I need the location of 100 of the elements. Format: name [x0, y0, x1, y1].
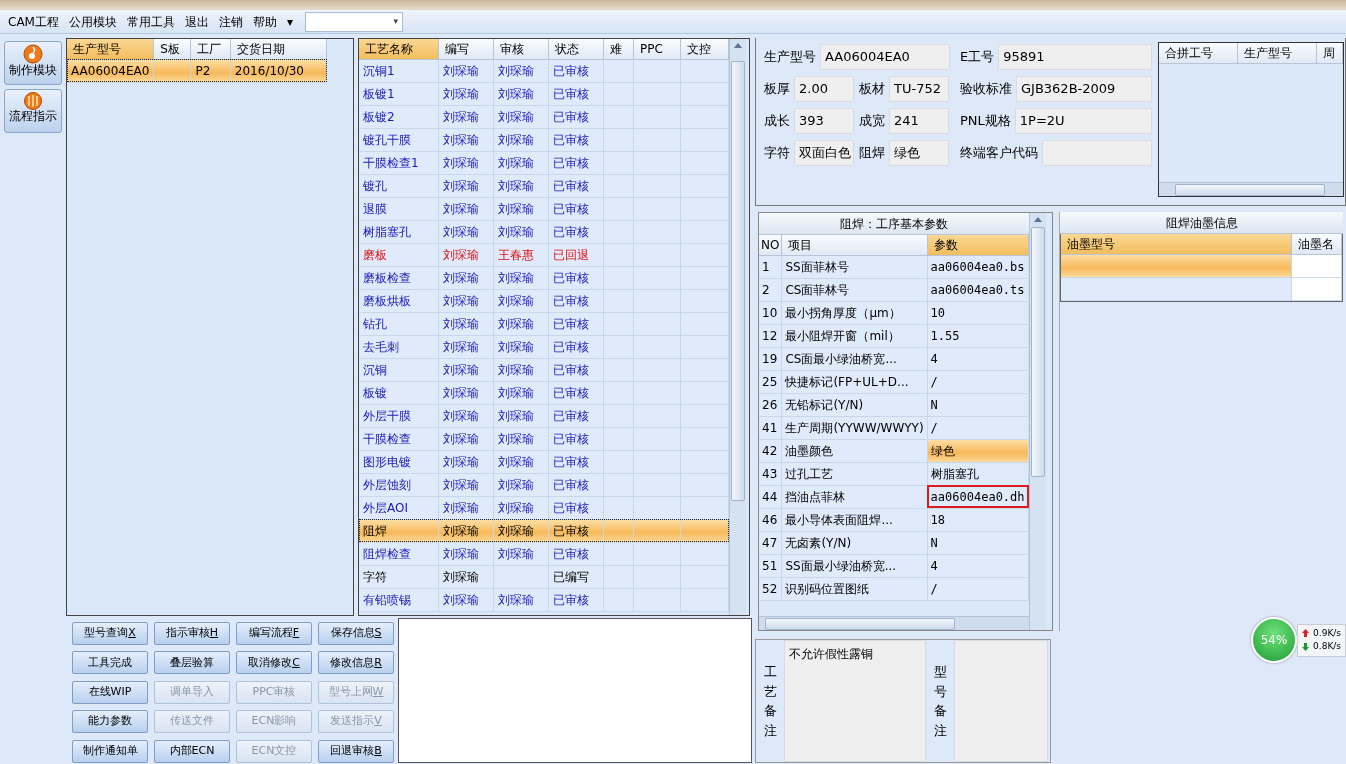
input-field[interactable]: AA06004EA0 [820, 44, 950, 70]
menu-item[interactable]: CAM工程 [4, 10, 63, 33]
scrollbar[interactable] [1159, 182, 1343, 196]
menu-item[interactable]: 公用模块 [64, 10, 121, 33]
menu-item[interactable]: 帮助 [248, 10, 281, 33]
input-field[interactable]: 95891 [998, 44, 1152, 70]
input-field[interactable]: 2.00 [794, 76, 854, 102]
column-header[interactable]: 工艺名称 [359, 39, 439, 59]
text-area[interactable]: 不允许假性露铜 [784, 640, 926, 762]
input-field[interactable]: 241 [889, 108, 949, 134]
table-cell: 生产周期(YYWW/WWYY) [781, 416, 928, 439]
table-row[interactable]: 干膜检查1 刘琛瑜 刘琛瑜 已审核 [359, 151, 729, 174]
column-header[interactable]: 交货日期 [230, 39, 327, 59]
scrollbar[interactable] [1029, 213, 1046, 630]
input-field[interactable]: 双面白色 [794, 140, 854, 166]
table-row[interactable]: 外层AOI 刘琛瑜 刘琛瑜 已审核 [359, 496, 729, 519]
table-cell: 挡油点菲林 [781, 485, 928, 508]
action-button[interactable]: 型号查询X [72, 622, 148, 645]
table-cell: 46 [759, 508, 782, 531]
column-header[interactable]: S板 [153, 39, 191, 59]
menu-item[interactable]: 注销 [214, 10, 247, 33]
column-header[interactable]: NO [759, 235, 782, 255]
table-row[interactable]: AA06004EA0 P2 2016/10/30 [67, 59, 327, 82]
table-row[interactable]: 磨板 刘琛瑜 王春惠 已回退 [359, 243, 729, 266]
input-field[interactable] [1042, 140, 1152, 166]
table-row[interactable]: 图形电镀 刘琛瑜 刘琛瑜 已审核 [359, 450, 729, 473]
action-button[interactable]: 指示审核H [154, 622, 230, 645]
table-row[interactable]: 镀孔干膜 刘琛瑜 刘琛瑜 已审核 [359, 128, 729, 151]
table-cell: SS面菲林号 [781, 255, 928, 278]
action-button[interactable]: 叠层验算 [154, 651, 230, 675]
table-cell: 51 [759, 554, 782, 577]
table-row[interactable]: 干膜检查 刘琛瑜 刘琛瑜 已审核 [359, 427, 729, 450]
column-header[interactable]: 编写 [438, 39, 494, 59]
column-header[interactable]: 难 [603, 39, 634, 59]
table-row[interactable]: 板镀1 刘琛瑜 刘琛瑜 已审核 [359, 82, 729, 105]
combo-box[interactable]: ▾ [305, 11, 403, 32]
action-button[interactable]: 修改信息R [318, 651, 394, 675]
action-button[interactable]: 取消修改C [236, 651, 312, 675]
table-row[interactable]: 沉铜1 刘琛瑜 刘琛瑜 已审核 [359, 59, 729, 82]
input-field[interactable]: 1P=2U [1014, 108, 1152, 134]
action-button[interactable]: 保存信息S [318, 622, 394, 645]
table-cell: 2016/10/30 [230, 59, 327, 82]
table-row[interactable] [1061, 254, 1342, 277]
action-button[interactable]: 在线WIP [72, 680, 148, 704]
table-row[interactable]: 退膜 刘琛瑜 刘琛瑜 已审核 [359, 197, 729, 220]
table-row[interactable]: 外层干膜 刘琛瑜 刘琛瑜 已审核 [359, 404, 729, 427]
column-header[interactable]: PPC [633, 39, 681, 59]
column-header[interactable]: 合拼工号 [1159, 43, 1238, 63]
table-cell: 外层蚀刻 [359, 473, 439, 496]
input-field[interactable]: 绿色 [889, 140, 949, 166]
action-button[interactable]: 回退审核B [318, 739, 394, 763]
table-row[interactable]: 板镀 刘琛瑜 刘琛瑜 已审核 [359, 381, 729, 404]
input-field[interactable]: GJB362B-2009 [1016, 76, 1152, 102]
sidebar-button[interactable]: 制作模块 [4, 41, 62, 85]
menu-item[interactable]: 常用工具 [122, 10, 179, 33]
column-header[interactable]: 油墨型号 [1061, 234, 1292, 254]
dropdown-arrow[interactable]: ▾ [282, 10, 297, 33]
menu-item[interactable]: 退出 [180, 10, 213, 33]
action-button[interactable]: 编写流程F [236, 622, 312, 645]
table-row[interactable]: 镀孔 刘琛瑜 刘琛瑜 已审核 [359, 174, 729, 197]
table-row[interactable]: 阻焊 刘琛瑜 刘琛瑜 已审核 [359, 519, 729, 542]
table-row[interactable]: 去毛刺 刘琛瑜 刘琛瑜 已审核 [359, 335, 729, 358]
up-arrow-icon [1302, 629, 1310, 638]
sidebar-button[interactable]: 流程指示 [4, 89, 62, 133]
table-cell[interactable]: aa06004ea0.dh [927, 485, 1029, 508]
table-row[interactable]: 钻孔 刘琛瑜 刘琛瑜 已审核 [359, 312, 729, 335]
column-header[interactable]: 生产型号 [67, 39, 154, 59]
action-button[interactable]: 能力参数 [72, 710, 148, 734]
column-header[interactable]: 生产型号 [1237, 43, 1317, 63]
table-row[interactable]: 磨板检查 刘琛瑜 刘琛瑜 已审核 [359, 266, 729, 289]
action-button[interactable]: 制作通知单 [72, 739, 148, 763]
action-button[interactable]: 工具完成 [72, 651, 148, 675]
table-row[interactable]: 字符 刘琛瑜 已编写 [359, 565, 729, 588]
action-button[interactable]: 内部ECN [154, 739, 230, 763]
column-header[interactable]: 周 [1316, 43, 1343, 63]
table-cell: 树脂塞孔 [359, 220, 439, 243]
scrollbar[interactable] [729, 39, 746, 615]
column-header[interactable]: 状态 [548, 39, 604, 59]
scrollbar[interactable] [759, 616, 1029, 630]
column-header[interactable]: 参数 [927, 235, 1029, 255]
column-header[interactable]: 油墨名 [1291, 234, 1342, 254]
table-row[interactable]: 树脂塞孔 刘琛瑜 刘琛瑜 已审核 [359, 220, 729, 243]
table-row[interactable]: 板镀2 刘琛瑜 刘琛瑜 已审核 [359, 105, 729, 128]
scroll-up-icon[interactable] [734, 43, 742, 48]
column-header[interactable]: 项目 [781, 235, 928, 255]
scroll-up-icon[interactable] [1034, 217, 1042, 222]
table-cell: 26 [759, 393, 782, 416]
table-row[interactable]: 阻焊检查 刘琛瑜 刘琛瑜 已审核 [359, 542, 729, 565]
striped-circle-icon [23, 92, 43, 110]
input-field[interactable]: TU-752 [889, 76, 949, 102]
table-row[interactable]: 外层蚀刻 刘琛瑜 刘琛瑜 已审核 [359, 473, 729, 496]
text-area[interactable] [954, 640, 1048, 762]
table-row[interactable]: 有铅喷锡 刘琛瑜 刘琛瑜 已审核 [359, 588, 729, 611]
table-row[interactable]: 沉铜 刘琛瑜 刘琛瑜 已审核 [359, 358, 729, 381]
table-row[interactable]: 磨板烘板 刘琛瑜 刘琛瑜 已审核 [359, 289, 729, 312]
column-header[interactable]: 文控 [680, 39, 729, 59]
column-header[interactable]: 审核 [493, 39, 549, 59]
input-field[interactable]: 393 [794, 108, 854, 134]
column-header[interactable]: 工厂 [190, 39, 231, 59]
table-row[interactable] [1061, 277, 1342, 300]
